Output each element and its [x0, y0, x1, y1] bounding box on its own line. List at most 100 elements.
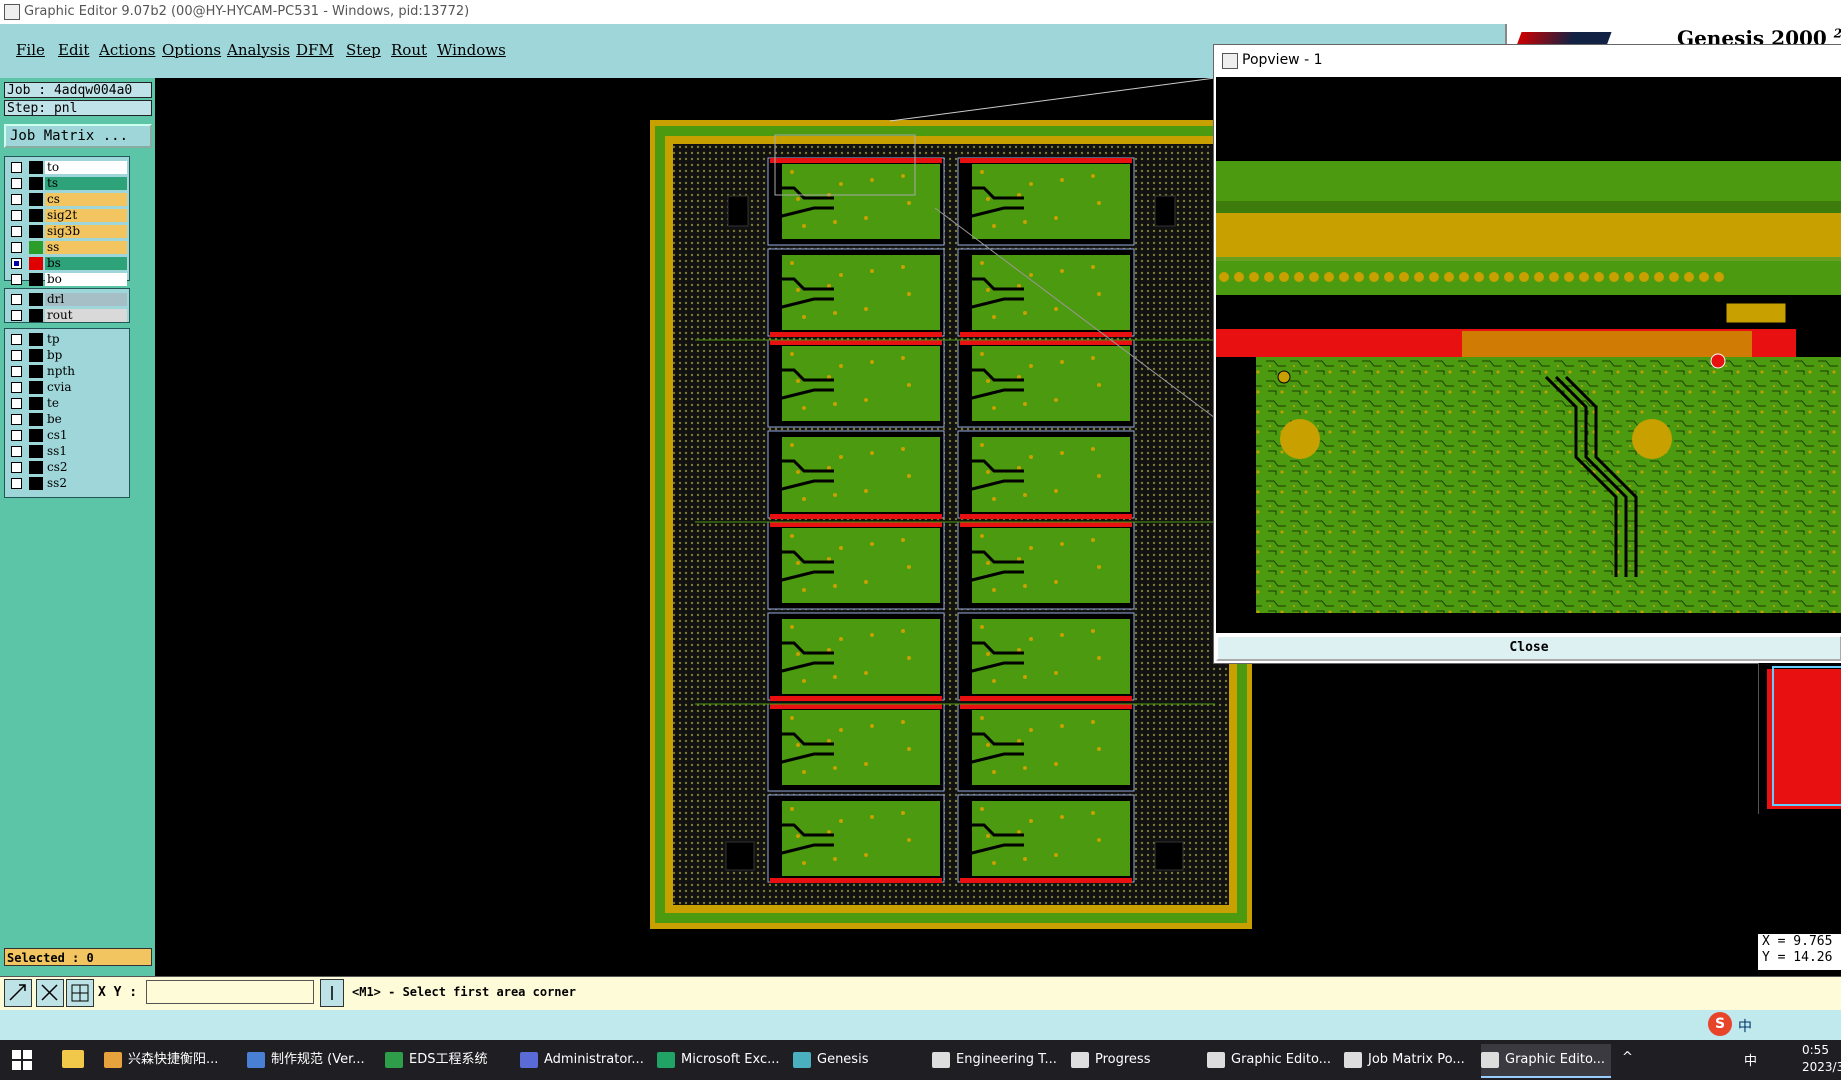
taskbar-item[interactable]: Engineering T...	[932, 1044, 1062, 1076]
text-cursor-icon[interactable]	[320, 979, 344, 1007]
measure-tool-icon[interactable]	[36, 979, 64, 1007]
layer-checkbox[interactable]	[11, 226, 22, 237]
layer-checkbox[interactable]	[11, 430, 22, 441]
ime-logo-icon[interactable]: S	[1708, 1012, 1732, 1036]
tray-clock[interactable]: 0:55 2023/3	[1802, 1042, 1841, 1076]
taskbar-item[interactable]: 制作规范 (Ver...	[247, 1044, 377, 1076]
layer-name[interactable]: bp	[45, 349, 127, 362]
layer-checkbox[interactable]	[11, 310, 22, 321]
layer-name[interactable]: bo	[45, 273, 127, 286]
layer-row-tp[interactable]: tp	[5, 332, 129, 347]
layer-color-swatch[interactable]	[29, 177, 43, 190]
layer-color-swatch[interactable]	[29, 477, 43, 490]
layer-color-swatch[interactable]	[29, 461, 43, 474]
layer-name[interactable]: ss	[45, 241, 127, 254]
zoom-area-tool-icon[interactable]	[4, 979, 32, 1007]
layer-checkbox[interactable]	[11, 210, 22, 221]
layer-row-bp[interactable]: bp	[5, 348, 129, 363]
taskbar-item[interactable]: Genesis	[793, 1044, 923, 1076]
layer-row-drl[interactable]: drl	[5, 292, 129, 307]
layer-checkbox[interactable]	[11, 242, 22, 253]
taskbar-item[interactable]: EDS工程系统	[385, 1044, 512, 1076]
layer-row-cvia[interactable]: cvia	[5, 380, 129, 395]
menu-dfm[interactable]: DFM	[296, 41, 334, 59]
layer-name[interactable]: ts	[45, 177, 127, 190]
layer-row-cs[interactable]: cs	[5, 192, 129, 207]
layer-name[interactable]: sig3b	[45, 225, 127, 238]
layer-checkbox[interactable]	[11, 398, 22, 409]
menu-rout[interactable]: Rout	[391, 41, 427, 59]
layer-color-swatch[interactable]	[29, 209, 43, 222]
menu-file[interactable]: File	[16, 41, 45, 59]
layer-checkbox[interactable]	[11, 178, 22, 189]
layer-color-swatch[interactable]	[29, 273, 43, 286]
tray-ime[interactable]: 中	[1744, 1050, 1757, 1069]
menu-actions[interactable]: Actions	[99, 41, 155, 59]
layer-name[interactable]: drl	[45, 293, 127, 306]
menu-edit[interactable]: Edit	[58, 41, 89, 59]
layer-checkbox[interactable]	[11, 258, 22, 269]
layer-checkbox[interactable]	[11, 350, 22, 361]
layer-row-te[interactable]: te	[5, 396, 129, 411]
layer-color-swatch[interactable]	[29, 293, 43, 306]
layer-name[interactable]: bs	[45, 257, 127, 270]
layer-name[interactable]: to	[45, 161, 127, 174]
layer-color-swatch[interactable]	[29, 381, 43, 394]
layer-name[interactable]: be	[45, 413, 127, 426]
taskbar-item[interactable]: Job Matrix Po...	[1344, 1044, 1474, 1076]
layer-row-ss2[interactable]: ss2	[5, 476, 129, 491]
layer-row-sig2t[interactable]: sig2t	[5, 208, 129, 223]
layer-name[interactable]: cvia	[45, 381, 127, 394]
taskbar-item[interactable]: Graphic Edito...	[1481, 1044, 1611, 1078]
file-explorer-icon[interactable]	[62, 1050, 84, 1068]
taskbar-item[interactable]: Graphic Edito...	[1207, 1044, 1337, 1076]
layer-checkbox[interactable]	[11, 446, 22, 457]
layer-name[interactable]: cs1	[45, 429, 127, 442]
layer-color-swatch[interactable]	[29, 397, 43, 410]
layer-checkbox[interactable]	[11, 462, 22, 473]
layer-row-npth[interactable]: npth	[5, 364, 129, 379]
layer-color-swatch[interactable]	[29, 333, 43, 346]
layer-color-swatch[interactable]	[29, 193, 43, 206]
layer-row-rout[interactable]: rout	[5, 308, 129, 323]
layer-checkbox[interactable]	[11, 478, 22, 489]
layer-checkbox[interactable]	[11, 414, 22, 425]
menu-options[interactable]: Options	[162, 41, 221, 59]
layer-row-be[interactable]: be	[5, 412, 129, 427]
layer-color-swatch[interactable]	[29, 241, 43, 254]
layer-row-ss[interactable]: ss	[5, 240, 129, 255]
layer-checkbox[interactable]	[11, 194, 22, 205]
layer-checkbox[interactable]	[11, 294, 22, 305]
layer-name[interactable]: sig2t	[45, 209, 127, 222]
popview-image[interactable]	[1216, 77, 1841, 633]
xy-input[interactable]	[146, 980, 314, 1004]
layer-name[interactable]: tp	[45, 333, 127, 346]
tray-chevron-icon[interactable]: ^	[1622, 1050, 1633, 1065]
layer-name[interactable]: ss2	[45, 477, 127, 490]
layer-checkbox[interactable]	[11, 366, 22, 377]
menu-windows[interactable]: Windows	[437, 41, 506, 59]
job-matrix-button[interactable]: Job Matrix ...	[4, 124, 152, 148]
layer-color-swatch[interactable]	[29, 413, 43, 426]
menu-analysis[interactable]: Analysis	[227, 41, 290, 59]
layer-row-ss1[interactable]: ss1	[5, 444, 129, 459]
taskbar-item[interactable]: Microsoft Exc...	[657, 1044, 787, 1076]
layer-name[interactable]: te	[45, 397, 127, 410]
layer-row-cs2[interactable]: cs2	[5, 460, 129, 475]
layer-name[interactable]: cs	[45, 193, 127, 206]
layer-checkbox[interactable]	[11, 274, 22, 285]
layer-checkbox[interactable]	[11, 334, 22, 345]
layer-row-sig3b[interactable]: sig3b	[5, 224, 129, 239]
layer-name[interactable]: cs2	[45, 461, 127, 474]
layer-color-swatch[interactable]	[29, 225, 43, 238]
layer-color-swatch[interactable]	[29, 309, 43, 322]
layer-color-swatch[interactable]	[29, 349, 43, 362]
menu-step[interactable]: Step	[346, 41, 381, 59]
grid-snap-tool-icon[interactable]	[66, 979, 94, 1007]
layer-row-cs1[interactable]: cs1	[5, 428, 129, 443]
popview-close-button[interactable]: Close	[1216, 635, 1841, 661]
layer-checkbox[interactable]	[11, 382, 22, 393]
layer-name[interactable]: rout	[45, 309, 127, 322]
taskbar-item[interactable]: 兴森快捷衡阳...	[104, 1044, 239, 1076]
layer-name[interactable]: ss1	[45, 445, 127, 458]
